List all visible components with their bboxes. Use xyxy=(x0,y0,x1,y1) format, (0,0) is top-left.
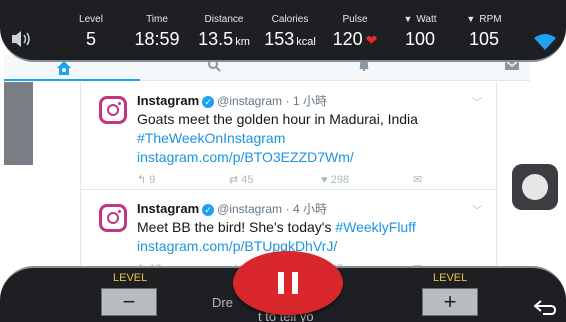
stat-label-wrap[interactable]: ▼ Watt xyxy=(394,14,446,25)
tweet-hashtag[interactable]: #WeeklyFluff xyxy=(335,219,415,235)
stat-value-wrap: 13.5 km xyxy=(194,29,254,50)
tweet-author-name[interactable]: Instagram xyxy=(137,201,199,216)
level-down-button[interactable]: − xyxy=(101,288,157,316)
triangle-down-icon: ▼ xyxy=(403,14,413,24)
stat-label: RPM xyxy=(479,14,502,25)
screen: Instagram ✓ @instagram · 1 小時 ﹀ Goats meet… xyxy=(0,0,566,322)
tweet-actions: ↰ 9 ⇄ 45 ♥ 298 ✉ xyxy=(137,173,433,186)
tweet-body: Goats meet the golden hour in Madurai, I… xyxy=(137,111,418,127)
stat-label: Calories xyxy=(271,14,309,25)
tweet-time: · 4 小時 xyxy=(285,202,327,216)
stat-value: 153 xyxy=(264,29,295,49)
back-arrow-icon[interactable] xyxy=(533,298,557,316)
tweet-item[interactable]: Instagram ✓ @instagram · 1 小時 ﹀ Goats meet… xyxy=(81,82,496,190)
stat-time: Time 18:59 xyxy=(128,0,186,56)
stat-level: Level 5 xyxy=(70,0,112,56)
stat-value: 120 xyxy=(332,29,363,49)
tweet-handle[interactable]: @instagram xyxy=(217,202,282,216)
level-label-right: LEVEL xyxy=(433,272,468,284)
stat-value: 105 xyxy=(468,29,500,49)
tweet-handle[interactable]: @instagram xyxy=(217,94,282,108)
stat-value: 13.5 xyxy=(198,29,234,49)
tweet-header: Instagram ✓ @instagram · 4 小時 xyxy=(137,200,327,217)
tweet-author-name[interactable]: Instagram xyxy=(137,93,199,108)
stat-value-wrap: 120 ❤ xyxy=(330,29,380,50)
stat-value: 5 xyxy=(85,29,96,49)
instagram-avatar-icon[interactable] xyxy=(99,96,127,124)
tweet-time: · 1 小時 xyxy=(285,94,327,108)
wifi-icon xyxy=(534,34,556,50)
retweet-count: 45 xyxy=(241,174,254,186)
like-count: 298 xyxy=(330,174,349,186)
stat-rpm: ▼ RPM 105 xyxy=(458,0,510,56)
pause-icon-bar xyxy=(278,272,284,294)
pause-icon-bar xyxy=(292,272,298,294)
stat-label: Watt xyxy=(416,14,437,25)
level-up-button[interactable]: + xyxy=(422,288,478,316)
tweet-body: Meet BB the bird! She's today's xyxy=(137,219,336,235)
like-button[interactable]: ♥ 298 xyxy=(321,174,413,186)
stat-value-wrap: 153 kcal xyxy=(262,29,318,50)
speaker-icon[interactable] xyxy=(10,30,32,48)
instagram-avatar-icon[interactable] xyxy=(99,204,127,232)
tweet-feed[interactable]: Instagram ✓ @instagram · 1 小時 ﹀ Goats meet… xyxy=(80,82,497,275)
chevron-down-icon[interactable]: ﹀ xyxy=(472,202,482,217)
stat-calories: Calories 153 kcal xyxy=(262,0,318,56)
level-label-left: LEVEL xyxy=(113,272,148,284)
stat-label-wrap[interactable]: ▼ RPM xyxy=(458,14,510,25)
stat-value: 100 xyxy=(404,29,436,49)
chevron-down-icon[interactable]: ﹀ xyxy=(472,94,482,109)
pause-button[interactable] xyxy=(233,251,343,315)
stat-label: Level xyxy=(79,14,103,25)
tweet-text: Meet BB the bird! She's today's #WeeklyF… xyxy=(137,218,467,256)
reply-count: 9 xyxy=(149,174,156,186)
stat-label: Distance xyxy=(204,14,244,25)
retweet-button[interactable]: ⇄ 45 xyxy=(229,173,321,186)
home-icon xyxy=(57,61,71,75)
side-drawer-handle[interactable] xyxy=(4,82,33,165)
tweet-text: Goats meet the golden hour in Madurai, I… xyxy=(137,110,467,167)
tweet-header: Instagram ✓ @instagram · 1 小時 xyxy=(137,92,327,109)
reply-button[interactable]: ↰ 9 xyxy=(137,173,229,186)
stat-pulse: Pulse 120 ❤ xyxy=(330,0,380,56)
stat-value: 18:59 xyxy=(134,29,180,49)
peek-text: Dre xyxy=(212,295,233,310)
stat-distance: Distance 13.5 km xyxy=(194,0,254,56)
active-tab-indicator xyxy=(4,79,140,81)
stat-label: Time xyxy=(146,14,168,25)
tweet-link[interactable]: instagram.com/p/BTUpqkDhVrJ/ xyxy=(137,238,337,254)
dm-icon[interactable]: ✉ xyxy=(413,173,433,186)
verified-icon: ✓ xyxy=(202,204,215,216)
stat-unit: kcal xyxy=(296,36,316,48)
stat-watt: ▼ Watt 100 xyxy=(394,0,446,56)
triangle-down-icon: ▼ xyxy=(466,14,476,24)
heart-icon: ❤ xyxy=(365,32,378,48)
workout-stats-bar: Level 5 Time 18:59 Distance 13.5 km Calor… xyxy=(0,0,566,62)
stat-label: Pulse xyxy=(342,14,368,25)
home-button[interactable] xyxy=(512,164,558,210)
verified-icon: ✓ xyxy=(202,96,215,108)
tweet-link[interactable]: #TheWeekOnInstagram instagram.com/p/BTO3… xyxy=(137,130,354,165)
stat-unit: km xyxy=(235,36,250,48)
